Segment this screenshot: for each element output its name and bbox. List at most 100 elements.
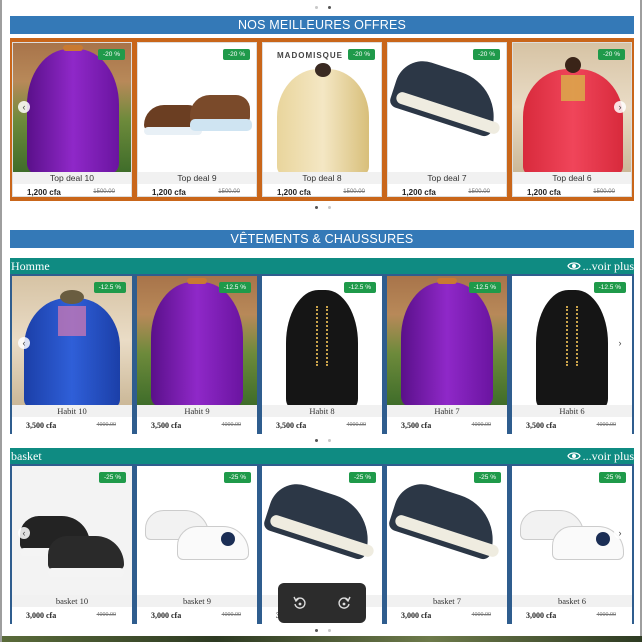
product-image[interactable] — [138, 43, 256, 172]
discount-badge: -25 % — [474, 472, 501, 483]
basket-see-more-label: ...voir plus — [582, 449, 634, 463]
product-price: 3,000 cfa — [26, 610, 57, 620]
product-name: Top deal 10 — [13, 172, 131, 184]
product-card[interactable]: -25 % basket 7 3,000 cfa 4000.00 — [387, 466, 507, 624]
carousel-prev-arrow-icon[interactable]: ‹ — [18, 100, 30, 113]
product-price: 3,500 cfa — [526, 420, 557, 430]
product-image[interactable] — [387, 466, 507, 595]
rotate-left-icon — [293, 596, 306, 609]
discount-badge: -12.5 % — [593, 282, 626, 293]
product-old-price: 4000.00 — [596, 422, 617, 428]
deals-carousel[interactable]: -20 % Top deal 10 1,200 cfa 1500.00 -20 % Top… — [10, 38, 634, 201]
product-card[interactable]: -20 % Top deal 9 1,200 cfa 1500.00 — [137, 42, 257, 197]
pager-dot-active[interactable] — [315, 438, 318, 442]
product-price: 1,200 cfa — [277, 187, 311, 197]
product-prices: 1,200 cfa 1500.00 — [138, 184, 256, 198]
product-old-price: 1500.00 — [93, 189, 115, 195]
background-strip — [2, 636, 642, 642]
pager-dot-active[interactable] — [315, 205, 318, 209]
product-card[interactable]: -25 % basket 6 3,000 cfa 4000.00 — [512, 466, 632, 624]
product-old-price: 4000.00 — [221, 612, 242, 618]
discount-badge: -25 % — [224, 472, 251, 483]
pager-dot[interactable] — [328, 628, 331, 632]
product-prices: 1,200 cfa 1500.00 — [388, 184, 506, 198]
product-prices: 3,000 cfa 4000.00 — [512, 607, 632, 621]
product-old-price: 4000.00 — [96, 422, 117, 428]
clothing-banner: VÊTEMENTS & CHAUSSURES — [10, 230, 634, 248]
product-old-price: 4000.00 — [471, 612, 492, 618]
product-name: Top deal 9 — [138, 172, 256, 184]
product-card[interactable]: -12.5 % Habit 8 3,500 cfa 4000.00 — [262, 276, 382, 434]
product-image[interactable] — [137, 276, 257, 405]
pager-dot[interactable] — [328, 205, 331, 209]
product-old-price: 1500.00 — [468, 189, 490, 195]
discount-badge: -20 % — [98, 49, 125, 60]
product-prices: 3,000 cfa 4000.00 — [387, 607, 507, 621]
homme-header: Homme ...voir plus — [10, 258, 634, 274]
discount-badge: -20 % — [223, 49, 250, 60]
product-price: 1,200 cfa — [152, 187, 186, 197]
product-prices: 3,500 cfa 4000.00 — [12, 417, 132, 431]
product-card[interactable]: -12.5 % Habit 6 3,500 cfa 4000.00 — [512, 276, 632, 434]
eye-icon — [566, 262, 581, 270]
product-image[interactable] — [387, 276, 507, 405]
product-prices: 1,200 cfa 1500.00 — [513, 184, 631, 198]
pager-dot[interactable] — [328, 438, 331, 442]
carousel-prev-arrow-icon[interactable]: ‹ — [18, 526, 30, 539]
carousel-next-arrow-icon[interactable]: › — [614, 336, 626, 349]
product-prices: 3,500 cfa 4000.00 — [512, 417, 632, 431]
product-old-price: 1500.00 — [593, 189, 615, 195]
deals-pager-dots[interactable] — [2, 204, 642, 210]
homme-pager-dots[interactable] — [2, 437, 642, 443]
basket-pager-dots[interactable] — [2, 627, 642, 633]
rotate-left-button[interactable] — [291, 594, 309, 612]
product-prices: 1,200 cfa 1500.00 — [13, 184, 131, 198]
product-name: Habit 7 — [387, 405, 507, 417]
pager-dot[interactable] — [315, 5, 318, 9]
homme-see-more-label: ...voir plus — [582, 259, 634, 273]
homme-see-more-link[interactable]: ...voir plus — [566, 258, 634, 274]
product-old-price: 1500.00 — [343, 189, 365, 195]
product-image[interactable] — [262, 276, 382, 405]
deals-banner: NOS MEILLEURES OFFRES — [10, 16, 634, 34]
product-name: basket 6 — [512, 595, 632, 607]
product-name: basket 10 — [12, 595, 132, 607]
page-frame: NOS MEILLEURES OFFRES -20 % Top deal 10 1,… — [0, 0, 642, 642]
product-name: Habit 10 — [12, 405, 132, 417]
product-prices: 3,500 cfa 4000.00 — [262, 417, 382, 431]
product-price: 1,200 cfa — [402, 187, 436, 197]
discount-badge: -25 % — [349, 472, 376, 483]
carousel-next-arrow-icon[interactable]: › — [614, 100, 626, 113]
rotate-right-button[interactable] — [335, 594, 353, 612]
product-image[interactable] — [137, 466, 257, 595]
carousel-next-arrow-icon[interactable]: › — [614, 526, 626, 539]
basket-see-more-link[interactable]: ...voir plus — [566, 448, 634, 464]
product-image[interactable] — [388, 43, 506, 172]
homme-carousel[interactable]: -12.5 % Habit 10 3,500 cfa 4000.00 -12.5 % Ha… — [10, 274, 634, 434]
product-old-price: 4000.00 — [96, 612, 117, 618]
product-card[interactable]: MADOMISQUE -20 % Top deal 8 1,200 cfa 1500.0… — [262, 42, 382, 197]
carousel-prev-arrow-icon[interactable]: ‹ — [18, 336, 30, 349]
pager-dot-active[interactable] — [328, 5, 331, 9]
top-pager-dots[interactable] — [2, 4, 642, 10]
discount-badge: -12.5 % — [343, 282, 376, 293]
product-image[interactable] — [13, 43, 131, 172]
product-image[interactable] — [262, 466, 382, 595]
product-card[interactable]: -20 % Top deal 6 1,200 cfa 1500.00 — [512, 42, 632, 197]
product-card[interactable]: -25 % basket 9 3,000 cfa 4000.00 — [137, 466, 257, 624]
product-image[interactable] — [12, 466, 132, 595]
product-old-price: 4000.00 — [471, 422, 492, 428]
product-card[interactable]: -12.5 % Habit 10 3,500 cfa 4000.00 — [12, 276, 132, 434]
basket-title: basket — [11, 449, 42, 463]
product-card[interactable]: -20 % Top deal 7 1,200 cfa 1500.00 — [387, 42, 507, 197]
product-image[interactable]: MADOMISQUE — [263, 43, 381, 172]
product-card[interactable]: -20 % Top deal 10 1,200 cfa 1500.00 — [12, 42, 132, 197]
product-name: Habit 6 — [512, 405, 632, 417]
pager-dot-active[interactable] — [315, 628, 318, 632]
product-card[interactable]: -25 % basket 10 3,000 cfa 4000.00 — [12, 466, 132, 624]
brand-logo: MADOMISQUE — [277, 51, 343, 60]
product-card[interactable]: -12.5 % Habit 9 3,500 cfa 4000.00 — [137, 276, 257, 434]
product-price: 3,000 cfa — [151, 610, 182, 620]
product-card[interactable]: -12.5 % Habit 7 3,500 cfa 4000.00 — [387, 276, 507, 434]
product-image[interactable] — [12, 276, 132, 405]
